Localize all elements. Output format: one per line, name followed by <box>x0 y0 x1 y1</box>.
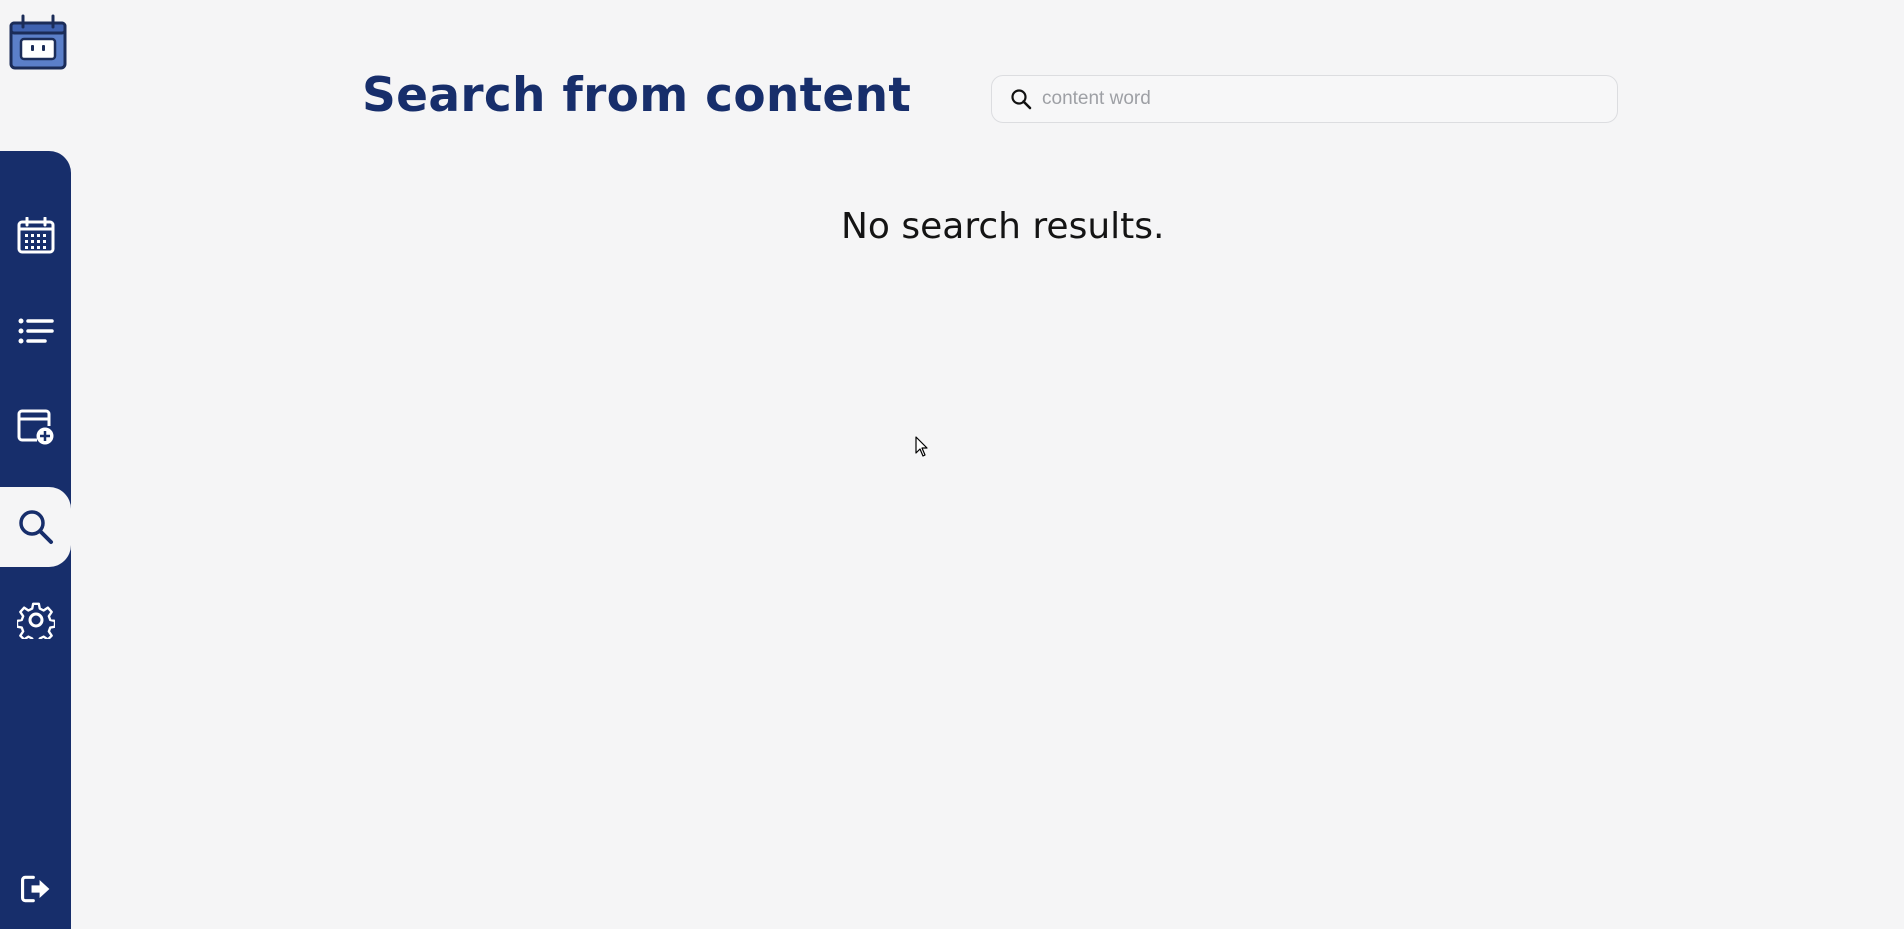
no-results-message: No search results. <box>841 206 1165 247</box>
calendar-add-icon <box>17 409 53 445</box>
sidebar-item-calendar[interactable] <box>0 196 71 276</box>
search-icon <box>1011 89 1032 110</box>
sidebar-item-settings[interactable] <box>0 580 71 660</box>
search-box <box>991 75 1618 123</box>
sidebar-item-search[interactable] <box>0 487 71 567</box>
sidebar-item-list[interactable] <box>0 291 71 371</box>
search-icon <box>18 510 53 544</box>
search-input[interactable] <box>1042 79 1602 119</box>
calendar-robot-logo <box>9 14 67 70</box>
list-icon <box>18 318 54 344</box>
sidebar-item-add-event[interactable] <box>0 387 71 467</box>
sidebar <box>0 151 71 929</box>
gear-icon <box>16 602 55 639</box>
app-root: Search from content No search results. <box>0 0 1904 929</box>
logout-button[interactable] <box>0 859 71 919</box>
mouse-cursor-icon <box>915 436 928 457</box>
page-title: Search from content <box>362 68 912 123</box>
calendar-icon <box>17 217 54 254</box>
logout-icon <box>20 875 49 903</box>
